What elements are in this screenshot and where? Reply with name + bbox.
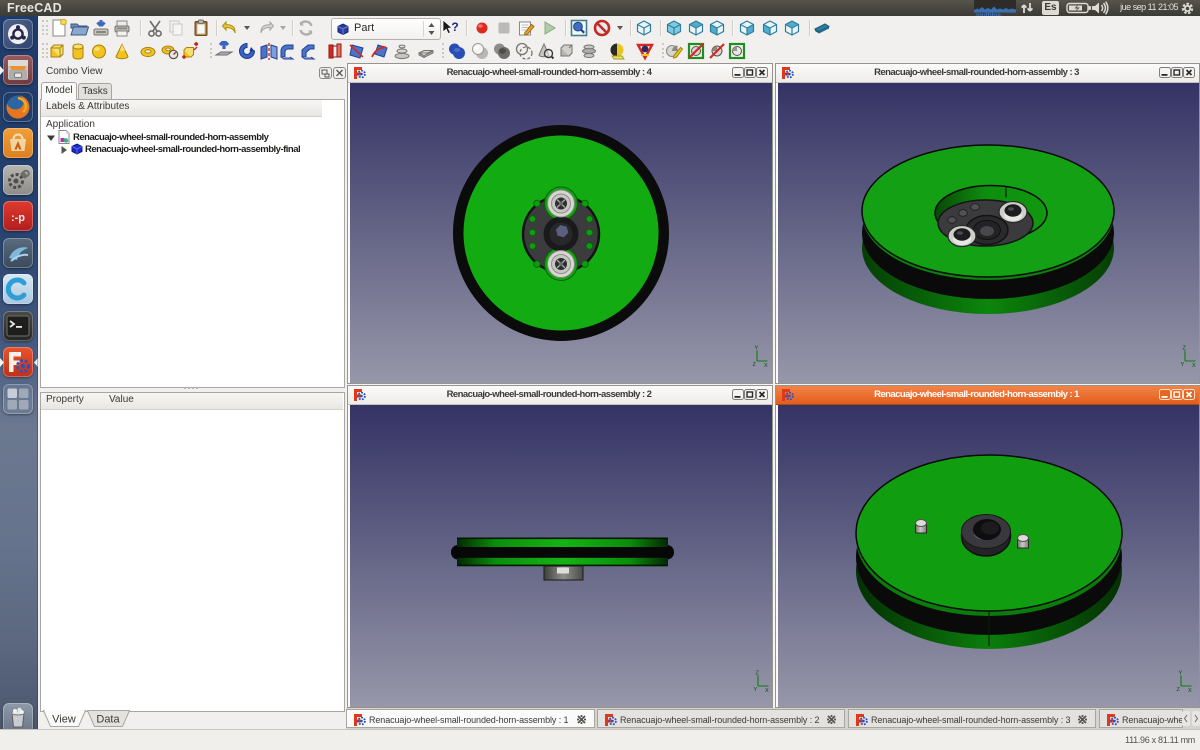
svg-text:Z: Z xyxy=(1183,346,1187,352)
svg-text:View: View xyxy=(52,714,76,726)
svg-text:Data: Data xyxy=(96,714,120,726)
svg-text:X: X xyxy=(764,363,768,369)
svg-text:Z: Z xyxy=(756,671,760,677)
svg-text:Y: Y xyxy=(755,346,759,352)
svg-text:Y: Y xyxy=(1181,362,1185,368)
svg-text:X: X xyxy=(1188,688,1192,694)
svg-text:Z: Z xyxy=(753,362,757,368)
svg-text:?: ? xyxy=(451,20,458,34)
svg-text:Y: Y xyxy=(1179,671,1183,677)
svg-text:Y: Y xyxy=(754,687,758,693)
svg-text:Z: Z xyxy=(1177,687,1181,693)
svg-text:X: X xyxy=(1192,363,1196,369)
svg-text::-p: :-p xyxy=(11,212,25,224)
svg-text:X: X xyxy=(765,688,769,694)
